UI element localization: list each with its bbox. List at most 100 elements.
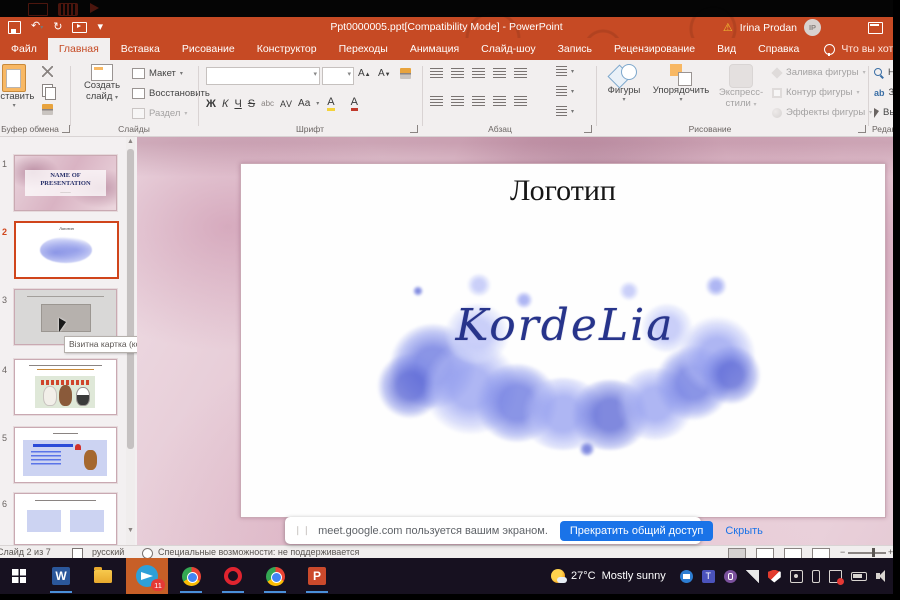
font-dialog-launcher[interactable] bbox=[410, 125, 418, 133]
tray-volume-icon[interactable] bbox=[876, 570, 889, 583]
select-button[interactable]: Выделить bbox=[874, 107, 893, 118]
tray-phone-icon[interactable] bbox=[812, 570, 820, 583]
grow-font-button[interactable]: А▲ bbox=[358, 68, 371, 79]
format-painter-button[interactable] bbox=[42, 104, 53, 115]
slide-thumbnail-1[interactable]: NAME OF PRESENTATION ——— bbox=[14, 155, 117, 211]
italic-button[interactable]: К bbox=[222, 98, 228, 110]
shadow-button[interactable]: abc bbox=[261, 99, 274, 108]
copy-button[interactable] bbox=[42, 84, 53, 97]
warning-icon[interactable]: ⚠ bbox=[723, 21, 733, 34]
tray-defender-icon[interactable] bbox=[768, 570, 781, 583]
tray-capture-icon[interactable] bbox=[790, 570, 803, 583]
shrink-font-button[interactable]: А▼ bbox=[378, 68, 391, 79]
bold-button[interactable]: Ж bbox=[206, 98, 216, 110]
slide-thumbnail-4[interactable] bbox=[14, 359, 117, 415]
slide-thumbnail-2-selected[interactable]: Логотип bbox=[14, 221, 119, 279]
stop-sharing-button[interactable]: Прекратить общий доступ bbox=[560, 521, 713, 541]
tab-draw[interactable]: Рисование bbox=[171, 38, 246, 60]
taskbar-telegram-active[interactable]: 11 bbox=[126, 558, 168, 594]
tab-help[interactable]: Справка bbox=[747, 38, 810, 60]
increase-indent-icon[interactable] bbox=[493, 68, 506, 78]
taskbar-chrome-1[interactable] bbox=[172, 558, 210, 594]
drag-grip-icon[interactable]: ❘❘ bbox=[294, 525, 311, 536]
font-name-combo[interactable] bbox=[206, 67, 320, 85]
hide-link[interactable]: Скрыть bbox=[725, 525, 763, 537]
strikethrough-button[interactable]: S bbox=[248, 98, 255, 110]
slide-editing-surface[interactable]: Логотип bbox=[240, 163, 886, 518]
clipboard-dialog-launcher[interactable] bbox=[62, 125, 70, 133]
font-color-button[interactable]: А bbox=[351, 96, 358, 111]
start-button[interactable] bbox=[0, 558, 38, 594]
shapes-button[interactable]: Фигуры▾ bbox=[602, 64, 646, 104]
tab-animations[interactable]: Анимация bbox=[399, 38, 470, 60]
align-left-icon[interactable] bbox=[430, 96, 443, 106]
justify-icon[interactable] bbox=[493, 96, 506, 106]
scrollbar-thumb[interactable] bbox=[127, 149, 134, 449]
tray-network-icon[interactable] bbox=[746, 570, 759, 583]
ribbon-display-options-icon[interactable] bbox=[868, 22, 883, 34]
character-spacing-button[interactable]: АV bbox=[280, 99, 292, 109]
avatar[interactable]: IP bbox=[804, 19, 821, 36]
zoom-slider-handle[interactable] bbox=[872, 548, 875, 557]
logo-artwork[interactable]: KordeLia bbox=[383, 246, 747, 452]
taskbar-explorer[interactable] bbox=[84, 558, 122, 594]
decrease-indent-icon[interactable] bbox=[472, 68, 485, 78]
tab-review[interactable]: Рецензирование bbox=[603, 38, 706, 60]
tell-me-search[interactable]: Что вы хотите сделать? bbox=[824, 38, 893, 60]
shape-outline-button[interactable]: Контур фигуры▾ bbox=[772, 87, 859, 98]
scroll-down-arrow[interactable]: ▼ bbox=[127, 527, 134, 535]
cut-button[interactable] bbox=[42, 66, 53, 77]
slide-title[interactable]: Логотип bbox=[241, 174, 885, 208]
tray-screen-record-icon[interactable] bbox=[829, 570, 842, 583]
tab-slideshow[interactable]: Слайд-шоу bbox=[470, 38, 546, 60]
align-right-icon[interactable] bbox=[472, 96, 485, 106]
replace-button[interactable]: abЗаменить bbox=[874, 87, 893, 98]
taskbar-opera[interactable] bbox=[214, 558, 252, 594]
change-case-button[interactable]: Aa bbox=[298, 98, 310, 109]
taskbar-chrome-2[interactable] bbox=[256, 558, 294, 594]
bullets-icon[interactable] bbox=[430, 68, 443, 78]
shape-fill-button[interactable]: Заливка фигуры▾ bbox=[772, 67, 866, 78]
tray-viber-icon[interactable] bbox=[724, 570, 737, 583]
slide-thumbnail-5[interactable] bbox=[14, 427, 117, 483]
language-indicator[interactable]: русский bbox=[92, 547, 124, 557]
slide-thumbnail-6[interactable] bbox=[14, 493, 117, 545]
tab-design[interactable]: Конструктор bbox=[246, 38, 328, 60]
taskbar-word[interactable]: W bbox=[42, 558, 80, 594]
tab-transitions[interactable]: Переходы bbox=[328, 38, 399, 60]
taskbar-powerpoint[interactable]: P bbox=[298, 558, 336, 594]
shape-effects-button[interactable]: Эффекты фигуры▾ bbox=[772, 107, 872, 118]
zoom-slider-track[interactable] bbox=[848, 552, 886, 554]
paste-button[interactable]: Вставить▾ bbox=[0, 64, 34, 110]
tray-battery-icon[interactable] bbox=[851, 572, 867, 581]
tab-insert[interactable]: Вставка bbox=[110, 38, 171, 60]
tab-record[interactable]: Запись bbox=[547, 38, 603, 60]
align-text-button[interactable]: ▾ bbox=[556, 86, 574, 96]
tab-home[interactable]: Главная bbox=[48, 38, 110, 60]
columns-icon[interactable] bbox=[514, 96, 527, 106]
text-direction-button[interactable]: ▾ bbox=[556, 66, 574, 76]
zoom-out-button[interactable]: − bbox=[840, 547, 845, 557]
arrange-button[interactable]: Упорядочить▾ bbox=[650, 64, 712, 104]
scroll-up-arrow[interactable]: ▲ bbox=[127, 138, 134, 146]
tab-file[interactable]: Файл bbox=[0, 38, 48, 60]
underline-button[interactable]: Ч bbox=[234, 98, 241, 110]
paragraph-dialog-launcher[interactable] bbox=[584, 125, 592, 133]
quick-styles-button[interactable]: Экспресс- стили ▾ bbox=[716, 64, 766, 110]
layout-button[interactable]: Макет▾ bbox=[132, 68, 183, 79]
tab-view[interactable]: Вид bbox=[706, 38, 747, 60]
section-button[interactable]: Раздел▾ bbox=[132, 108, 187, 119]
find-button[interactable]: Найти bbox=[874, 67, 893, 78]
taskbar-weather[interactable]: 27°C Mostly sunny bbox=[551, 569, 666, 583]
clear-formatting-button[interactable] bbox=[400, 68, 411, 79]
font-size-combo[interactable] bbox=[322, 67, 354, 85]
account-name[interactable]: Irina Prodan bbox=[740, 22, 797, 34]
line-spacing-icon[interactable] bbox=[514, 68, 527, 78]
new-slide-button[interactable]: Создать слайд ▾ bbox=[76, 64, 128, 103]
numbering-icon[interactable] bbox=[451, 68, 464, 78]
highlight-button[interactable]: А bbox=[327, 96, 334, 111]
align-center-icon[interactable] bbox=[451, 96, 464, 106]
drawing-dialog-launcher[interactable] bbox=[858, 125, 866, 133]
tray-teams-icon[interactable]: T bbox=[702, 570, 715, 583]
convert-smartart-button[interactable]: ▾ bbox=[556, 106, 574, 116]
